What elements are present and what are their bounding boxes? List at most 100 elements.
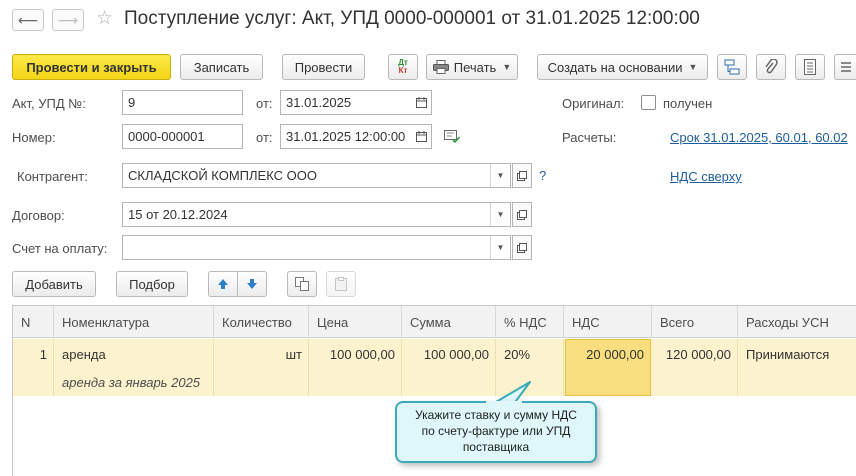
doc-date-input[interactable]: 31.01.2025	[280, 90, 432, 115]
cell-price[interactable]: 100 000,00	[309, 339, 402, 396]
open-window-icon	[517, 209, 527, 220]
back-arrow-icon: ⟵	[17, 11, 39, 28]
open-window-icon	[517, 242, 527, 253]
doc-number-input[interactable]: 9	[122, 90, 243, 115]
edit-number-icon[interactable]	[444, 130, 461, 146]
favorite-star-icon[interactable]: ☆	[96, 7, 113, 30]
doc-number-value: 9	[128, 95, 136, 110]
open-contract-button[interactable]	[512, 202, 532, 227]
counterparty-label: Контрагент:	[17, 169, 88, 184]
arrow-up-icon	[218, 279, 228, 289]
column-header-usn-expenses[interactable]: Расходы УСН	[738, 306, 856, 338]
column-header-vat[interactable]: НДС	[564, 306, 652, 338]
invoice-dropdown-icon[interactable]: ▼	[490, 236, 510, 259]
vat-value: 20 000,00	[586, 347, 644, 362]
price-value: 100 000,00	[329, 347, 395, 362]
attachments-button[interactable]	[756, 54, 786, 80]
column-header-quantity[interactable]: Количество	[214, 306, 309, 338]
add-row-button[interactable]: Добавить	[12, 271, 96, 297]
row-number: 1	[39, 347, 47, 362]
cell-item[interactable]: аренда аренда за январь 2025	[54, 339, 214, 396]
invoice-input[interactable]: ▼	[122, 235, 511, 260]
printer-icon	[432, 60, 449, 74]
cell-quantity[interactable]: шт	[214, 339, 309, 396]
open-counterparty-button[interactable]	[512, 163, 532, 188]
report-button[interactable]	[795, 54, 825, 80]
write-button[interactable]: Записать	[180, 54, 263, 80]
callout-line-1: Укажите ставку и сумму НДС	[415, 408, 577, 422]
received-checkbox[interactable]	[641, 95, 656, 110]
received-label: получен	[663, 96, 713, 111]
number-label: Номер:	[12, 130, 56, 145]
column-header-item[interactable]: Номенклатура	[54, 306, 214, 338]
callout-line-2: по счету-фактуре или УПД	[421, 424, 571, 438]
total-value: 120 000,00	[665, 347, 731, 362]
cell-vat-active[interactable]: 20 000,00	[565, 339, 651, 396]
column-header-vat-rate[interactable]: % НДС	[496, 306, 564, 338]
menu-lines-icon	[840, 62, 851, 72]
help-icon[interactable]: ?	[539, 168, 546, 183]
dt-kt-icon: Дт Кт	[398, 59, 408, 75]
pick-button[interactable]: Подбор	[116, 271, 188, 297]
forward-arrow-icon: ⟶	[57, 11, 79, 28]
document-list-icon	[804, 59, 816, 75]
sum-value: 100 000,00	[423, 347, 489, 362]
callout-line-3: поставщика	[462, 440, 530, 454]
item-name: аренда	[62, 347, 106, 362]
column-header-n[interactable]: N	[13, 306, 54, 338]
counterparty-input[interactable]: СКЛАДСКОЙ КОМПЛЕКС ООО ▼	[122, 163, 511, 188]
vat-on-top-link[interactable]: НДС сверху	[670, 169, 742, 184]
column-header-price[interactable]: Цена	[309, 306, 402, 338]
post-button[interactable]: Провести	[282, 54, 365, 80]
chevron-down-icon: ▼	[688, 62, 698, 72]
settlements-link[interactable]: Срок 31.01.2025, 60.01, 60.02	[670, 130, 848, 145]
invoice-label: Счет на оплату:	[12, 241, 108, 256]
doc-number-label: Акт, УПД №:	[12, 96, 86, 111]
vat-hint-callout: Укажите ставку и сумму НДС по счету-факт…	[395, 401, 597, 463]
column-header-total[interactable]: Всего	[652, 306, 738, 338]
more-actions-button[interactable]	[834, 54, 856, 80]
open-invoice-button[interactable]	[512, 235, 532, 260]
contract-dropdown-icon[interactable]: ▼	[490, 203, 510, 226]
move-down-button[interactable]	[237, 271, 267, 297]
paste-row-button[interactable]	[326, 271, 356, 297]
contract-value: 15 от 20.12.2024	[128, 207, 228, 222]
print-button[interactable]: Печать ▼	[426, 54, 518, 80]
number-date-input[interactable]: 31.01.2025 12:00:00	[280, 124, 432, 149]
settlements-label: Расчеты:	[562, 130, 617, 145]
print-button-label: Печать	[453, 59, 497, 75]
usn-expenses-value: Принимаются	[746, 347, 830, 362]
callout-pointer-joint	[486, 401, 522, 404]
move-up-button[interactable]	[208, 271, 238, 297]
dt-kt-button[interactable]: Дт Кт	[388, 54, 418, 80]
create-based-on-label: Создать на основании	[547, 59, 683, 75]
number-date-value: 31.01.2025 12:00:00	[286, 129, 406, 144]
table-row[interactable]: 1 аренда аренда за январь 2025 шт 100 00…	[13, 339, 856, 396]
hierarchy-icon	[724, 59, 740, 75]
structure-button[interactable]	[717, 54, 747, 80]
back-button[interactable]: ⟵	[12, 9, 44, 31]
item-content: аренда за январь 2025	[62, 375, 201, 390]
chevron-down-icon: ▼	[502, 62, 512, 72]
clipboard-icon	[335, 277, 347, 291]
copy-row-button[interactable]	[287, 271, 317, 297]
page-title: Поступление услуг: Акт, УПД 0000-000001 …	[124, 8, 700, 29]
calendar-icon[interactable]	[411, 91, 431, 114]
unit-value: шт	[285, 347, 302, 362]
cell-n[interactable]: 1	[13, 339, 54, 396]
column-header-sum[interactable]: Сумма	[402, 306, 496, 338]
number-input[interactable]: 0000-000001	[122, 124, 243, 149]
post-and-close-button[interactable]: Провести и закрыть	[12, 54, 171, 80]
cell-total[interactable]: 120 000,00	[652, 339, 738, 396]
kt-icon-text: Кт	[398, 66, 408, 75]
cell-usn-expenses[interactable]: Принимаются	[738, 339, 856, 396]
create-based-on-button[interactable]: Создать на основании ▼	[537, 54, 708, 80]
forward-button[interactable]: ⟶	[52, 9, 84, 31]
counterparty-dropdown-icon[interactable]: ▼	[490, 164, 510, 187]
calendar-icon[interactable]	[411, 125, 431, 148]
contract-input[interactable]: 15 от 20.12.2024 ▼	[122, 202, 511, 227]
arrow-down-icon	[247, 279, 257, 289]
contract-label: Договор:	[12, 208, 65, 223]
vat-rate-value: 20%	[504, 347, 531, 362]
number-value: 0000-000001	[128, 129, 205, 144]
